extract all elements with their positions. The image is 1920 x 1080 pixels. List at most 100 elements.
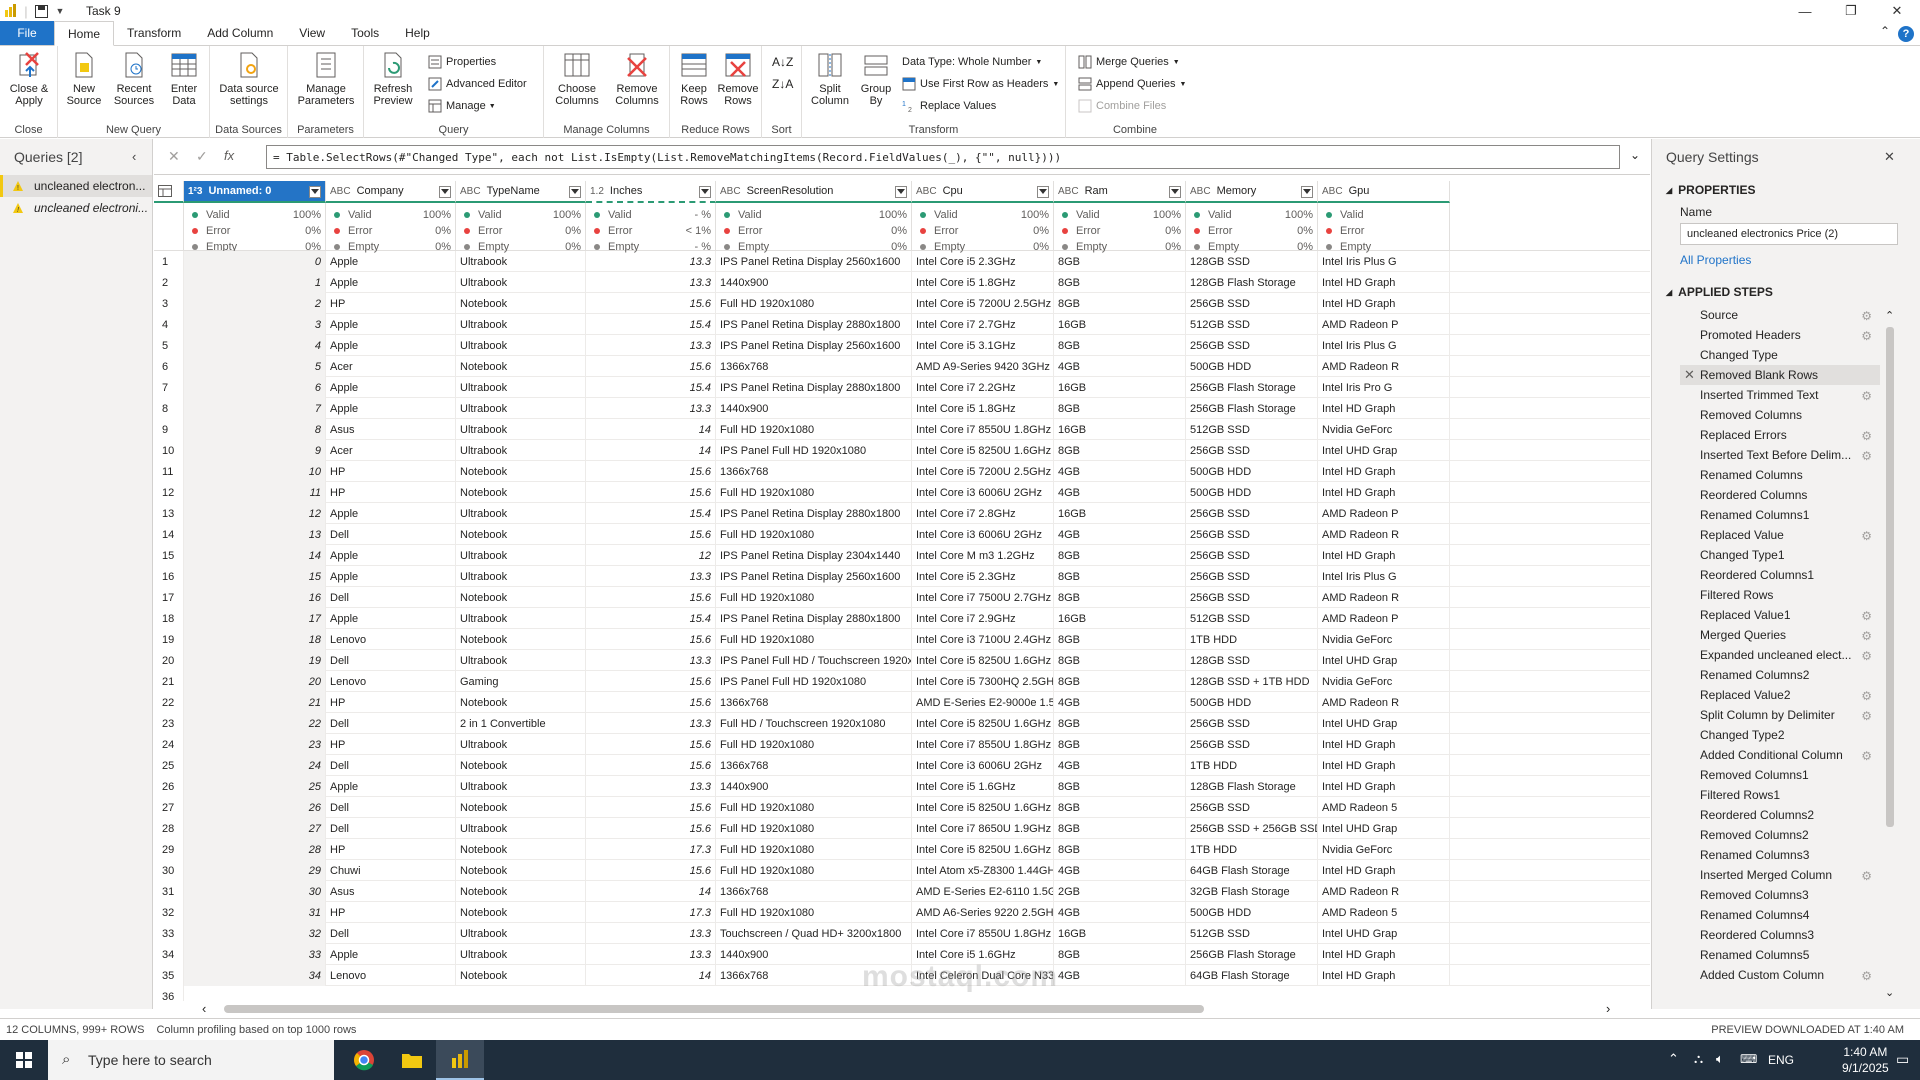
step-settings-gear-icon[interactable]: ⚙ bbox=[1861, 709, 1872, 723]
table-cell[interactable]: 8GB bbox=[1054, 776, 1186, 797]
table-cell[interactable]: Ultrabook bbox=[456, 272, 586, 293]
table-cell[interactable]: Intel UHD Grap bbox=[1318, 650, 1450, 671]
table-cell[interactable]: HP bbox=[326, 692, 456, 713]
table-cell[interactable]: Intel Core i7 8550U 1.8GHz bbox=[912, 734, 1054, 755]
table-row[interactable]: 1 0 Apple Ultrabook 13.3 IPS Panel Retina Dis… bbox=[154, 251, 1650, 272]
table-row[interactable]: 18 17 Apple Ultrabook 15.4 IPS Panel Retina D… bbox=[154, 608, 1650, 629]
cancel-formula-icon[interactable]: ✕ bbox=[168, 148, 180, 165]
table-cell[interactable]: 512GB SSD bbox=[1186, 314, 1318, 335]
split-column-button[interactable]: Split Column bbox=[806, 50, 854, 107]
table-cell[interactable]: 4GB bbox=[1054, 482, 1186, 503]
table-cell[interactable]: Ultrabook bbox=[456, 566, 586, 587]
table-cell[interactable]: 2GB bbox=[1054, 881, 1186, 902]
keep-rows-button[interactable]: Keep Rows bbox=[672, 50, 716, 107]
table-cell[interactable]: Dell bbox=[326, 587, 456, 608]
table-cell[interactable]: 16GB bbox=[1054, 923, 1186, 944]
table-cell[interactable]: 15.6 bbox=[586, 671, 716, 692]
column-type-icon[interactable]: A͏B͏C bbox=[916, 186, 937, 197]
table-cell[interactable]: Ultrabook bbox=[456, 377, 586, 398]
language-indicator[interactable]: ENG bbox=[1768, 1053, 1794, 1067]
taskbar-search[interactable]: ⌕ Type here to search bbox=[48, 1040, 334, 1080]
table-cell[interactable]: Notebook bbox=[456, 461, 586, 482]
steps-scrollbar-thumb[interactable] bbox=[1886, 327, 1894, 827]
table-cell[interactable]: AMD Radeon R bbox=[1318, 692, 1450, 713]
table-cell[interactable]: Gaming bbox=[456, 671, 586, 692]
table-cell[interactable]: 8GB bbox=[1054, 629, 1186, 650]
table-row[interactable]: 14 13 Dell Notebook 15.6 Full HD 1920x1080 Int… bbox=[154, 524, 1650, 545]
table-cell[interactable]: 14 bbox=[184, 545, 326, 566]
tray-chevron-icon[interactable]: ⌃ bbox=[1668, 1051, 1679, 1067]
table-cell[interactable]: Apple bbox=[326, 944, 456, 965]
applied-step[interactable]: Merged Queries ⚙ bbox=[1680, 625, 1880, 645]
table-cell[interactable]: HP bbox=[326, 461, 456, 482]
combine-files-button[interactable]: Combine Files bbox=[1078, 96, 1166, 116]
applied-step[interactable]: Replaced Value ⚙ bbox=[1680, 525, 1880, 545]
table-cell[interactable]: Notebook bbox=[456, 692, 586, 713]
table-cell[interactable]: Full HD 1920x1080 bbox=[716, 839, 912, 860]
table-cell[interactable]: 64GB Flash Storage bbox=[1186, 965, 1318, 986]
volume-icon[interactable]: 🔈︎ bbox=[1716, 1051, 1724, 1067]
column-type-icon[interactable]: A͏B͏C bbox=[720, 186, 741, 197]
all-properties-link[interactable]: All Properties bbox=[1652, 253, 1920, 267]
windows-start-icon[interactable] bbox=[0, 1040, 48, 1080]
remove-rows-button[interactable]: Remove Rows bbox=[716, 50, 760, 107]
table-cell[interactable]: 4GB bbox=[1054, 461, 1186, 482]
table-cell[interactable]: Notebook bbox=[456, 965, 586, 986]
table-row[interactable]: 23 22 Dell 2 in 1 Convertible 13.3 Full HD / … bbox=[154, 713, 1650, 734]
scroll-left-icon[interactable]: ‹ bbox=[202, 1001, 206, 1016]
collapse-ribbon-icon[interactable]: ⌃ bbox=[1880, 24, 1890, 38]
tab-add-column[interactable]: Add Column bbox=[194, 21, 286, 45]
table-cell[interactable]: 13.3 bbox=[586, 944, 716, 965]
table-cell[interactable]: Ultrabook bbox=[456, 251, 586, 272]
applied-step[interactable]: Renamed Columns5 bbox=[1680, 945, 1880, 965]
table-cell[interactable]: Ultrabook bbox=[456, 419, 586, 440]
table-cell[interactable]: 15.6 bbox=[586, 734, 716, 755]
table-cell[interactable]: Intel Core i7 8550U 1.8GHz bbox=[912, 419, 1054, 440]
table-cell[interactable]: Apple bbox=[326, 314, 456, 335]
table-cell[interactable]: Intel UHD Grap bbox=[1318, 923, 1450, 944]
table-cell[interactable]: Full HD 1920x1080 bbox=[716, 797, 912, 818]
column-header-screenresolution[interactable]: A͏B͏C ScreenResolution bbox=[716, 181, 912, 203]
properties-button[interactable]: Properties bbox=[428, 52, 496, 72]
table-cell[interactable]: Touchscreen / Quad HD+ 3200x1800 bbox=[716, 923, 912, 944]
step-settings-gear-icon[interactable]: ⚙ bbox=[1861, 429, 1872, 443]
table-row[interactable]: 32 31 HP Notebook 17.3 Full HD 1920x1080 AMD A… bbox=[154, 902, 1650, 923]
tab-file[interactable]: File bbox=[0, 21, 54, 45]
table-cell[interactable]: HP bbox=[326, 293, 456, 314]
table-row[interactable]: 17 16 Dell Notebook 15.6 Full HD 1920x1080 Int… bbox=[154, 587, 1650, 608]
column-filter-dropdown-icon[interactable] bbox=[1301, 186, 1313, 198]
step-settings-gear-icon[interactable]: ⚙ bbox=[1861, 329, 1872, 343]
scroll-down-icon[interactable]: ⌄ bbox=[1885, 986, 1894, 999]
table-cell[interactable]: 512GB SSD bbox=[1186, 419, 1318, 440]
table-cell[interactable]: 4 bbox=[184, 335, 326, 356]
table-cell[interactable]: Notebook bbox=[456, 293, 586, 314]
table-cell[interactable]: Intel HD Graph bbox=[1318, 755, 1450, 776]
table-cell[interactable]: Dell bbox=[326, 650, 456, 671]
table-cell[interactable]: 30 bbox=[184, 881, 326, 902]
table-cell[interactable]: 3 bbox=[184, 314, 326, 335]
step-settings-gear-icon[interactable]: ⚙ bbox=[1861, 649, 1872, 663]
applied-step[interactable]: Added Conditional Column ⚙ bbox=[1680, 745, 1880, 765]
table-cell[interactable]: AMD A6-Series 9220 2.5GHz bbox=[912, 902, 1054, 923]
table-cell[interactable]: Full HD 1920x1080 bbox=[716, 524, 912, 545]
table-row[interactable]: 27 26 Dell Notebook 15.6 Full HD 1920x1080 Int… bbox=[154, 797, 1650, 818]
table-row[interactable]: 7 6 Apple Ultrabook 15.4 IPS Panel Retina Dis… bbox=[154, 377, 1650, 398]
table-cell[interactable]: 4GB bbox=[1054, 902, 1186, 923]
column-header-unnamed-0[interactable]: 1²3 Unnamed: 0 bbox=[184, 181, 326, 203]
table-cell[interactable]: 5 bbox=[184, 356, 326, 377]
table-cell[interactable]: AMD Radeon 5 bbox=[1318, 797, 1450, 818]
table-cell[interactable]: 23 bbox=[184, 734, 326, 755]
table-cell[interactable]: 13.3 bbox=[586, 251, 716, 272]
help-icon[interactable]: ? bbox=[1898, 26, 1914, 42]
column-quality-profile[interactable]: Valid 100% Error 0% Empty 0% bbox=[184, 203, 326, 253]
table-cell[interactable]: 1366x768 bbox=[716, 461, 912, 482]
table-cell[interactable]: 8GB bbox=[1054, 797, 1186, 818]
applied-step[interactable]: Inserted Trimmed Text ⚙ bbox=[1680, 385, 1880, 405]
table-cell[interactable]: 500GB HDD bbox=[1186, 902, 1318, 923]
table-cell[interactable]: 15.6 bbox=[586, 797, 716, 818]
table-cell[interactable]: Full HD 1920x1080 bbox=[716, 818, 912, 839]
table-cell[interactable]: IPS Panel Retina Display 2880x1800 bbox=[716, 608, 912, 629]
table-cell[interactable]: Intel Core i5 8250U 1.6GHz bbox=[912, 797, 1054, 818]
table-cell[interactable]: 1366x768 bbox=[716, 881, 912, 902]
table-cell[interactable]: 24 bbox=[184, 755, 326, 776]
